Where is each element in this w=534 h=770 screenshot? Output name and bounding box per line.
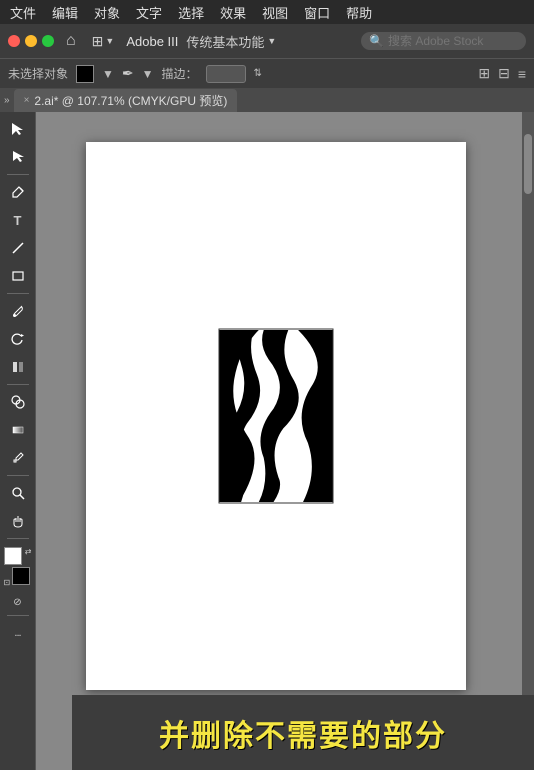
menu-help[interactable]: 帮助	[346, 3, 372, 22]
tab-title: 2.ai* @ 107.71% (CMYK/GPU 预览)	[34, 92, 227, 109]
workspace-dropdown-label: 传统基本功能	[186, 32, 264, 51]
hand-tool[interactable]	[4, 508, 32, 534]
direct-selection-tool[interactable]	[4, 144, 32, 170]
type-tool[interactable]: T	[4, 207, 32, 233]
more-tools-button[interactable]: ...	[4, 620, 32, 646]
close-window-button[interactable]	[8, 35, 20, 47]
menu-effect[interactable]: 效果	[220, 3, 246, 22]
search-bar[interactable]: 🔍	[361, 32, 526, 50]
rectangle-tool[interactable]	[4, 263, 32, 289]
none-color-button[interactable]: ⊘	[8, 593, 28, 611]
toolbar-secondary: 未选择对象 ▼ ✒ ▼ 描边： ⇅ ⊞ ⊟ ≡	[0, 58, 534, 88]
zebra-artwork	[220, 330, 333, 503]
toolbar-right-icons: ⊞ ⊟ ≡	[478, 65, 526, 82]
tool-separator-3	[7, 384, 29, 385]
menu-bar: 文件 编辑 对象 文字 选择 效果 视图 窗口 帮助	[0, 0, 534, 24]
tool-separator-6	[7, 615, 29, 616]
search-icon: 🔍	[369, 34, 384, 48]
stroke-pen-arrow: ▼	[142, 67, 154, 81]
canvas-area[interactable]: 并删除不需要的部分	[36, 112, 534, 770]
annotation-text: 并删除不需要的部分	[159, 711, 447, 755]
menu-window[interactable]: 窗口	[304, 3, 330, 22]
expand-button[interactable]: »	[4, 95, 10, 106]
workspace-dropdown[interactable]: 传统基本功能 ▼	[186, 32, 276, 51]
selection-tool[interactable]	[4, 116, 32, 142]
menu-text[interactable]: 文字	[136, 3, 162, 22]
pen-icon: ✒	[122, 65, 134, 82]
fill-color-swatch[interactable]	[76, 65, 94, 83]
annotation-bar: 并删除不需要的部分	[72, 695, 534, 770]
align-icon[interactable]: ⊟	[498, 65, 510, 82]
chevron-up-down-icon: ⇅	[254, 68, 262, 79]
tab-bar: » × 2.ai* @ 107.71% (CMYK/GPU 预览)	[0, 88, 534, 112]
menu-select[interactable]: 选择	[178, 3, 204, 22]
menu-file[interactable]: 文件	[10, 3, 36, 22]
home-button[interactable]: ⌂	[62, 32, 80, 50]
tool-separator-5	[7, 538, 29, 539]
layout-button[interactable]: ⊞ ▼	[88, 33, 119, 50]
document-tab[interactable]: × 2.ai* @ 107.71% (CMYK/GPU 预览)	[14, 89, 238, 112]
chevron-down-icon-2: ▼	[267, 36, 276, 46]
pen-tool[interactable]	[4, 179, 32, 205]
minimize-window-button[interactable]	[25, 35, 37, 47]
gradient-tool[interactable]	[4, 417, 32, 443]
chevron-down-icon: ▼	[105, 36, 114, 46]
tab-close-button[interactable]: ×	[24, 95, 30, 106]
menu-view[interactable]: 视图	[262, 3, 288, 22]
color-selector[interactable]: ⇄ ⊡	[4, 547, 32, 587]
swap-colors-icon[interactable]: ⇄	[25, 547, 32, 556]
fill-color[interactable]	[4, 547, 22, 565]
menu-icon[interactable]: ≡	[518, 66, 526, 82]
workspace-label: Adobe III	[126, 34, 178, 49]
paintbrush-tool[interactable]	[4, 298, 32, 324]
search-input[interactable]	[388, 34, 518, 48]
artwork-container	[219, 329, 334, 504]
scrollbar-thumb[interactable]	[524, 134, 532, 194]
shape-builder-tool[interactable]	[4, 389, 32, 415]
menu-object[interactable]: 对象	[94, 3, 120, 22]
color-mode-buttons: ⊘	[8, 593, 28, 611]
stroke-arrow-icon: ▼	[102, 67, 114, 81]
zoom-tool[interactable]	[4, 480, 32, 506]
object-select-label: 未选择对象	[8, 65, 68, 82]
grid-icon: ⊞	[92, 33, 104, 50]
artboard	[86, 142, 466, 690]
reflect-tool[interactable]	[4, 354, 32, 380]
scrollbar-vertical[interactable]	[522, 112, 534, 770]
fullscreen-window-button[interactable]	[42, 35, 54, 47]
main-layout: T	[0, 112, 534, 770]
menu-edit[interactable]: 编辑	[52, 3, 78, 22]
arrange-icon[interactable]: ⊞	[478, 65, 490, 82]
window-controls	[8, 35, 54, 47]
default-colors-icon[interactable]: ⊡	[4, 578, 11, 587]
tool-separator-4	[7, 475, 29, 476]
tool-separator-1	[7, 174, 29, 175]
stroke-dropdown[interactable]	[206, 65, 246, 83]
rotate-tool[interactable]	[4, 326, 32, 352]
toolbar-top: ⌂ ⊞ ▼ Adobe III 传统基本功能 ▼ 🔍	[0, 24, 534, 58]
tool-separator-2	[7, 293, 29, 294]
stroke-color[interactable]	[12, 567, 30, 585]
toolbox: T	[0, 112, 36, 770]
stroke-label: 描边：	[162, 65, 198, 82]
line-tool[interactable]	[4, 235, 32, 261]
eyedropper-tool[interactable]	[4, 445, 32, 471]
